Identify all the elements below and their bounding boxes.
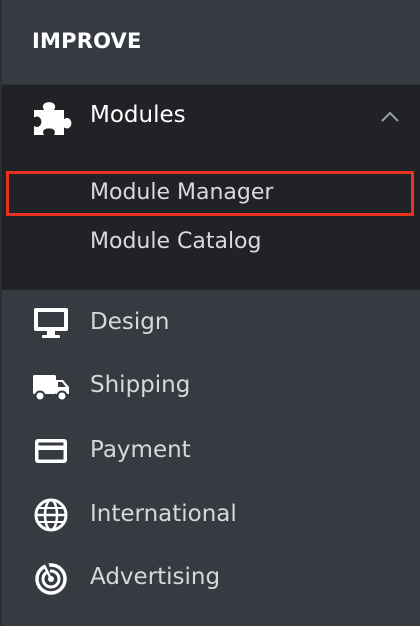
- target-icon: [32, 560, 70, 596]
- sidebar-subitem-module-manager-label: Module Manager: [90, 180, 274, 205]
- section-title-improve: IMPROVE: [32, 29, 142, 53]
- sidebar-item-modules-label: Modules: [90, 102, 186, 128]
- globe-icon: [32, 497, 70, 533]
- chevron-up-icon[interactable]: [380, 110, 400, 124]
- modules-group: Modules Module Manager Module Catalog: [2, 85, 420, 290]
- puzzle-icon: [32, 100, 72, 136]
- sidebar-subitem-module-manager[interactable]: Module Manager: [2, 171, 420, 217]
- sidebar-item-international-label: International: [90, 501, 237, 527]
- sidebar-item-design[interactable]: Design: [2, 295, 420, 351]
- sidebar-item-design-label: Design: [90, 309, 170, 335]
- monitor-icon: [32, 305, 70, 341]
- sidebar-item-shipping-label: Shipping: [90, 372, 191, 398]
- sidebar-item-modules[interactable]: Modules: [2, 85, 420, 150]
- sidebar-item-advertising[interactable]: Advertising: [2, 550, 420, 606]
- sidebar-item-payment[interactable]: Payment: [2, 423, 420, 479]
- sidebar-subitem-module-catalog[interactable]: Module Catalog: [2, 220, 420, 266]
- sidebar-subitem-module-catalog-label: Module Catalog: [90, 229, 262, 254]
- sidebar-item-advertising-label: Advertising: [90, 564, 221, 590]
- credit-card-icon: [32, 433, 70, 469]
- truck-icon: [32, 368, 70, 404]
- sidebar-item-payment-label: Payment: [90, 437, 191, 463]
- sidebar: IMPROVE Modules Module Manager Module Ca…: [0, 0, 420, 626]
- sidebar-item-international[interactable]: International: [2, 487, 420, 543]
- sidebar-item-shipping[interactable]: Shipping: [2, 358, 420, 414]
